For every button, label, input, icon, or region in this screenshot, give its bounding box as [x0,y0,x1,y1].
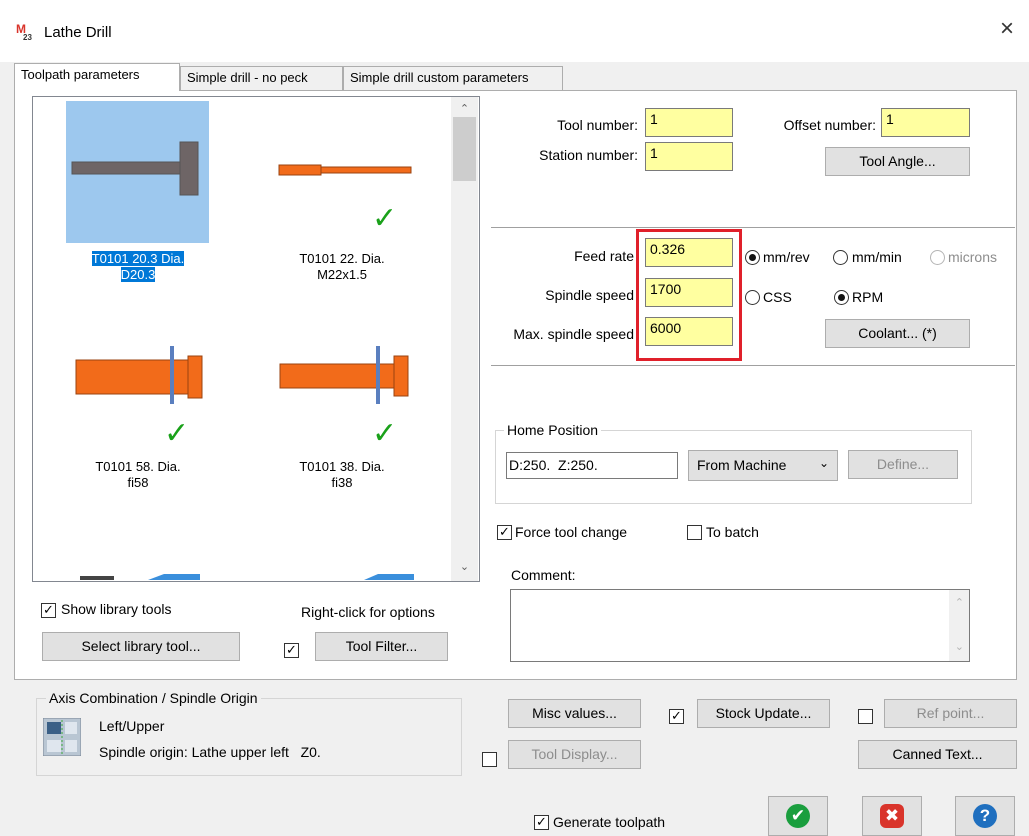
mm-rev-radio[interactable] [745,250,760,265]
tool-display-button[interactable]: Tool Display... [508,740,641,769]
partial-tool-icon [364,574,414,580]
coolant-button[interactable]: Coolant... (*) [825,319,970,348]
tool-label-4[interactable]: T0101 38. Dia. fi38 [268,459,416,491]
comment-textarea[interactable]: ⌃ ⌄ [510,589,970,662]
mm-rev-label: mm/rev [763,249,810,265]
scroll-down-icon[interactable]: ⌄ [451,560,478,573]
tool-label-3[interactable]: T0101 58. Dia. fi58 [64,459,212,491]
tap-tool-icon [278,164,412,176]
to-batch-label: To batch [706,524,759,540]
mastercam-logo-icon: M 23 [16,22,32,40]
microns-label: microns [948,249,998,265]
home-mode-value: From Machine [697,457,787,473]
ref-point-checkbox[interactable] [858,709,873,724]
tab-simple-drill-no-peck[interactable]: Simple drill - no peck [180,66,343,90]
close-icon[interactable]: × [1000,17,1014,41]
right-click-hint: Right-click for options [301,604,435,620]
tool-number-label: Tool number: [557,117,638,133]
spindle-speed-label: Spindle speed [545,287,634,303]
svg-text:23: 23 [23,33,32,40]
canned-text-button[interactable]: Canned Text... [858,740,1017,769]
css-label: CSS [763,289,792,305]
show-library-tools-checkbox[interactable]: ✓ [41,603,56,618]
tool-number-field[interactable]: 1 [645,108,733,137]
css-radio[interactable] [745,290,760,305]
checkmark-icon: ✓ [372,417,398,450]
scroll-thumb[interactable] [453,117,476,181]
generate-toolpath-label: Generate toolpath [553,814,666,830]
checkmark-icon: ✓ [164,417,190,450]
help-button[interactable]: ? [955,796,1015,836]
window-title: Lathe Drill [44,24,112,41]
offset-number-label: Offset number: [783,117,876,133]
scroll-up-icon[interactable]: ⌃ [451,102,478,115]
home-position-field[interactable]: D:250. Z:250. [506,452,678,479]
to-batch-checkbox[interactable] [687,525,702,540]
station-number-label: Station number: [539,147,638,163]
tab-toolpath-parameters[interactable]: Toolpath parameters [14,63,180,91]
stock-update-button[interactable]: Stock Update... [697,699,830,728]
tool-display-checkbox[interactable] [482,752,497,767]
axis-combination-group [36,698,462,776]
max-spindle-speed-label: Max. spindle speed [513,326,634,342]
axis-origin-icon[interactable] [43,718,81,756]
cancel-button[interactable]: ✖ [862,796,922,836]
define-button[interactable]: Define... [848,450,958,479]
offset-number-field[interactable]: 1 [881,108,970,137]
force-tool-change-label: Force tool change [515,524,628,540]
highlight-box [636,229,742,361]
microns-radio[interactable] [930,250,945,265]
rpm-label: RPM [852,289,884,305]
axis-combination-title: Axis Combination / Spindle Origin [46,690,261,706]
cancel-icon: ✖ [880,804,904,828]
help-icon: ? [973,804,997,828]
checkmark-icon: ✓ [372,202,398,235]
tool-label-1[interactable]: T0101 20.3 Dia. D20.3 [64,251,212,283]
large-drill-tool-icon [75,346,203,404]
mm-min-radio[interactable] [833,250,848,265]
mm-min-label: mm/min [852,249,902,265]
rpm-radio[interactable] [834,290,849,305]
tool-angle-button[interactable]: Tool Angle... [825,147,970,176]
select-library-tool-button[interactable]: Select library tool... [42,632,240,661]
divider [491,365,1015,366]
medium-drill-tool-icon [279,346,409,404]
home-position-title: Home Position [504,422,602,438]
tool-label-2[interactable]: T0101 22. Dia. M22x1.5 [268,251,416,283]
ref-point-button[interactable]: Ref point... [884,699,1017,728]
comment-label: Comment: [511,567,576,583]
ok-icon: ✔ [786,804,810,828]
chevron-down-icon: ⌄ [818,456,829,470]
drill-tool-icon [71,141,199,196]
axis-combo-value: Left/Upper [99,718,165,734]
force-tool-change-checkbox[interactable]: ✓ [497,525,512,540]
station-number-field[interactable]: 1 [645,142,733,171]
scroll-down-icon[interactable]: ⌄ [955,640,964,653]
spindle-origin-text: Spindle origin: Lathe upper left Z0. [99,744,321,760]
scroll-up-icon[interactable]: ⌃ [955,596,964,609]
tool-filter-button[interactable]: Tool Filter... [315,632,448,661]
tool-filter-checkbox[interactable]: ✓ [284,643,299,658]
home-mode-select[interactable]: From Machine ⌄ [688,450,838,481]
partial-tool-icon [80,574,200,580]
misc-values-button[interactable]: Misc values... [508,699,641,728]
show-library-tools-label: Show library tools [61,601,172,617]
stock-update-checkbox[interactable]: ✓ [669,709,684,724]
title-bar [0,0,1029,62]
divider [491,227,1015,228]
feed-rate-label: Feed rate [574,248,634,264]
generate-toolpath-checkbox[interactable]: ✓ [534,815,549,830]
tab-simple-drill-custom[interactable]: Simple drill custom parameters [343,66,563,90]
ok-button[interactable]: ✔ [768,796,828,836]
